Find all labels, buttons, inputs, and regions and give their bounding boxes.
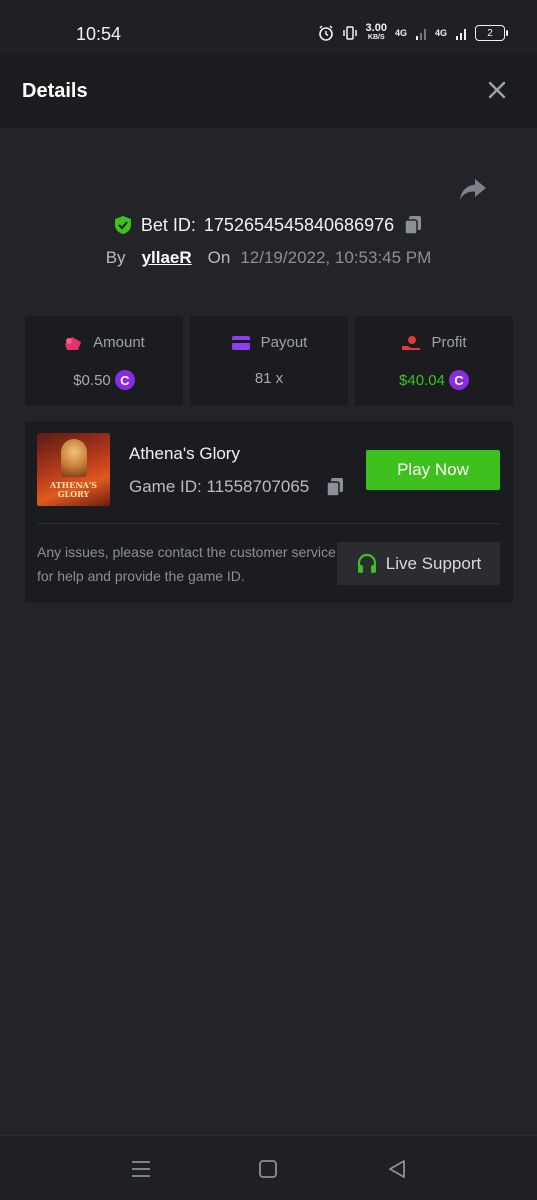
amount-label: Amount	[93, 334, 145, 351]
amount-icon	[65, 336, 82, 350]
home-button[interactable]	[255, 1156, 281, 1182]
game-id-row: Game ID: 11558707065	[129, 476, 345, 498]
by-label: By	[105, 248, 126, 267]
network-speed: 3.00 KB/S	[365, 22, 387, 42]
share-icon	[460, 179, 486, 200]
game-id-value: 11558707065	[206, 477, 310, 496]
game-id-text: Game ID: 11558707065	[129, 477, 309, 497]
copy-bet-id-icon[interactable]	[402, 214, 424, 236]
live-support-button[interactable]: Live Support	[337, 542, 500, 585]
profit-hand-icon	[402, 335, 421, 350]
amount-header: Amount	[25, 334, 183, 351]
page-title: Details	[22, 80, 88, 102]
verified-shield-icon	[114, 216, 131, 234]
battery-level: 2	[487, 27, 493, 39]
signal-1-icon	[415, 29, 426, 40]
profit-value-row: $40.04 C	[355, 370, 513, 390]
live-support-label: Live Support	[385, 553, 482, 573]
profit-value: $40.04	[399, 371, 445, 389]
vibrate-icon	[342, 26, 357, 40]
payout-header: Payout	[190, 334, 348, 351]
coin-icon: C	[448, 370, 469, 390]
back-triangle-icon	[389, 1160, 405, 1178]
status-icons: 3.00 KB/S 4G 4G 2	[318, 22, 508, 42]
game-card: ATHENA'S GLORY Athena's Glory Game ID: 1…	[25, 421, 513, 603]
bet-id-row: Bet ID: 1752654545840686976	[0, 214, 537, 236]
play-now-button[interactable]: Play Now	[366, 450, 500, 490]
amount-value: $0.50	[73, 371, 111, 389]
payout-label: Payout	[260, 334, 308, 351]
bet-id-value: 1752654545840686976	[203, 214, 395, 235]
profit-header: Profit	[355, 334, 513, 351]
amount-card: Amount $0.50 C	[25, 316, 183, 406]
wallet-icon	[231, 335, 250, 350]
divider	[37, 523, 501, 524]
details-header: Details	[0, 54, 537, 128]
coin-icon: C	[114, 370, 135, 390]
support-message: Any issues, please contact the customer …	[37, 544, 336, 584]
on-label: On	[207, 248, 231, 267]
headset-icon	[357, 553, 376, 573]
amount-value-row: $0.50 C	[25, 370, 183, 390]
payout-value-row: 81 x	[190, 370, 348, 387]
battery-icon: 2	[475, 25, 508, 41]
status-time: 10:54	[76, 24, 122, 44]
close-button[interactable]	[483, 76, 511, 104]
menu-icon	[132, 1161, 150, 1177]
network-speed-value: 3.00	[365, 22, 387, 34]
close-icon	[488, 81, 506, 99]
game-name: Athena's Glory	[129, 444, 240, 463]
status-bar: 10:54 3.00 KB/S 4G 4G 2	[0, 0, 537, 54]
game-id-label: Game ID:	[129, 477, 202, 496]
bet-id-label: Bet ID:	[140, 214, 196, 235]
alarm-icon	[318, 25, 333, 41]
bet-stats: Amount $0.50 C Payout 81 x Profit $40.04…	[25, 316, 513, 406]
signal-2-label: 4G	[434, 28, 447, 38]
game-thumbnail[interactable]: ATHENA'S GLORY	[37, 433, 110, 506]
bet-date: 12/19/2022, 10:53:45 PM	[240, 248, 432, 267]
profit-label: Profit	[431, 334, 467, 351]
profit-card: Profit $40.04 C	[355, 316, 513, 406]
system-nav-bar	[0, 1135, 537, 1200]
signal-1-label: 4G	[394, 28, 407, 38]
payout-value: 81 x	[254, 370, 284, 387]
payout-card: Payout 81 x	[190, 316, 348, 406]
recent-apps-button[interactable]	[128, 1156, 154, 1182]
bet-meta-row: By yllaeR On 12/19/2022, 10:53:45 PM	[0, 248, 537, 268]
home-square-icon	[259, 1160, 277, 1178]
bettor-username-link[interactable]: yllaeR	[142, 248, 192, 268]
copy-game-id-icon[interactable]	[325, 476, 345, 498]
game-thumbnail-title: ATHENA'S GLORY	[49, 480, 98, 499]
back-button[interactable]	[384, 1156, 410, 1182]
network-speed-unit: KB/S	[367, 34, 385, 41]
game-thumbnail-art	[61, 439, 87, 477]
share-button[interactable]	[458, 176, 490, 206]
signal-2-icon	[456, 29, 466, 40]
